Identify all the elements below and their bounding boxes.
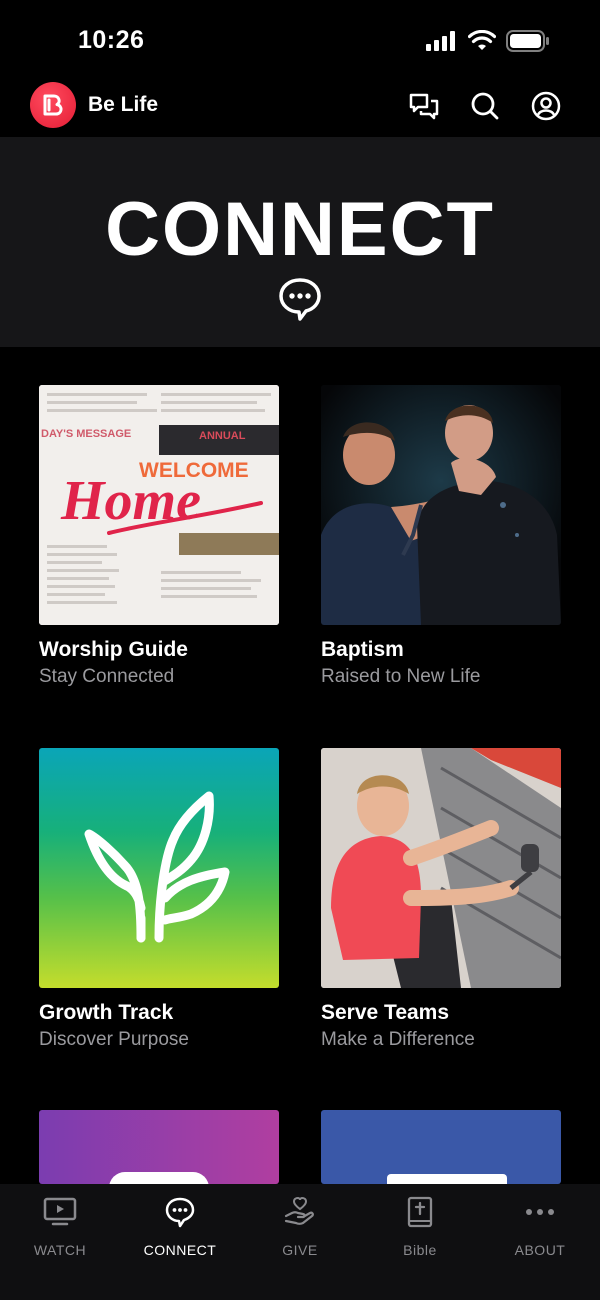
status-bar: 10:26: [0, 0, 600, 80]
status-icons: [426, 30, 550, 52]
growth-track-image: [39, 748, 279, 988]
card-title: Growth Track: [39, 1001, 174, 1024]
card-title: Baptism: [321, 638, 404, 661]
card-subtitle: Stay Connected: [39, 666, 175, 687]
card-title: Worship Guide: [39, 638, 188, 661]
card-subtitle: Make a Difference: [321, 1029, 475, 1050]
card-partial-right-image: [321, 1110, 561, 1184]
chat-icon[interactable]: [408, 90, 440, 122]
connect-hero-banner: CONNECT: [0, 137, 600, 347]
message-text: DAY'S MESSAGE: [41, 428, 131, 440]
hero-title: CONNECT: [105, 187, 495, 272]
bible-icon: [407, 1196, 433, 1228]
baptism-image: [321, 385, 561, 625]
card-baptism[interactable]: Baptism Raised to New Life: [321, 385, 561, 688]
sprout-icon: [84, 791, 230, 943]
card-worship-guide[interactable]: ANNUAL DAY'S MESSAGE WELCOME Home Worshi…: [39, 385, 279, 688]
tab-label: Bible: [403, 1242, 437, 1258]
more-dots-icon: [526, 1209, 554, 1215]
bottom-tab-bar: WATCH CONNECT GIVE Bible ABOUT: [0, 1184, 600, 1300]
tab-bible[interactable]: Bible: [360, 1194, 480, 1258]
tab-watch[interactable]: WATCH: [0, 1194, 120, 1258]
worship-guide-image: ANNUAL DAY'S MESSAGE WELCOME Home: [39, 385, 279, 625]
speech-bubble-icon: [279, 278, 321, 321]
card-partial-right[interactable]: [321, 1110, 561, 1184]
status-time: 10:26: [78, 26, 145, 54]
card-subtitle: Discover Purpose: [39, 1029, 189, 1050]
tab-give[interactable]: GIVE: [240, 1194, 360, 1258]
tab-label: CONNECT: [143, 1242, 217, 1258]
card-partial-left-image: [39, 1110, 279, 1184]
search-icon[interactable]: [469, 90, 501, 122]
speech-bubble-icon: [165, 1197, 195, 1228]
card-title: Serve Teams: [321, 1001, 450, 1024]
tab-label: ABOUT: [514, 1242, 566, 1258]
card-partial-left[interactable]: [39, 1110, 279, 1184]
heart-b-logo-icon: [43, 94, 63, 116]
serve-teams-image: [321, 748, 561, 988]
giving-hand-heart-icon: [284, 1196, 314, 1225]
card-growth-track[interactable]: Growth Track Discover Purpose: [39, 748, 279, 1051]
battery-icon: [506, 30, 549, 52]
cellular-signal-icon: [426, 31, 455, 51]
profile-icon[interactable]: [530, 90, 562, 122]
card-serve-teams[interactable]: Serve Teams Make a Difference: [321, 748, 561, 1051]
wifi-icon: [468, 30, 496, 50]
app-header: Be Life: [0, 80, 600, 136]
tab-connect[interactable]: CONNECT: [120, 1194, 240, 1258]
tv-play-icon: [43, 1197, 77, 1226]
tab-label: WATCH: [33, 1242, 87, 1258]
be-life-logo[interactable]: [30, 82, 76, 128]
tab-label: GIVE: [282, 1242, 318, 1258]
home-text: Home: [60, 470, 201, 532]
tab-about[interactable]: ABOUT: [480, 1194, 600, 1258]
app-name: Be Life: [88, 93, 159, 116]
card-subtitle: Raised to New Life: [321, 666, 481, 687]
annual-text: ANNUAL: [199, 430, 246, 442]
